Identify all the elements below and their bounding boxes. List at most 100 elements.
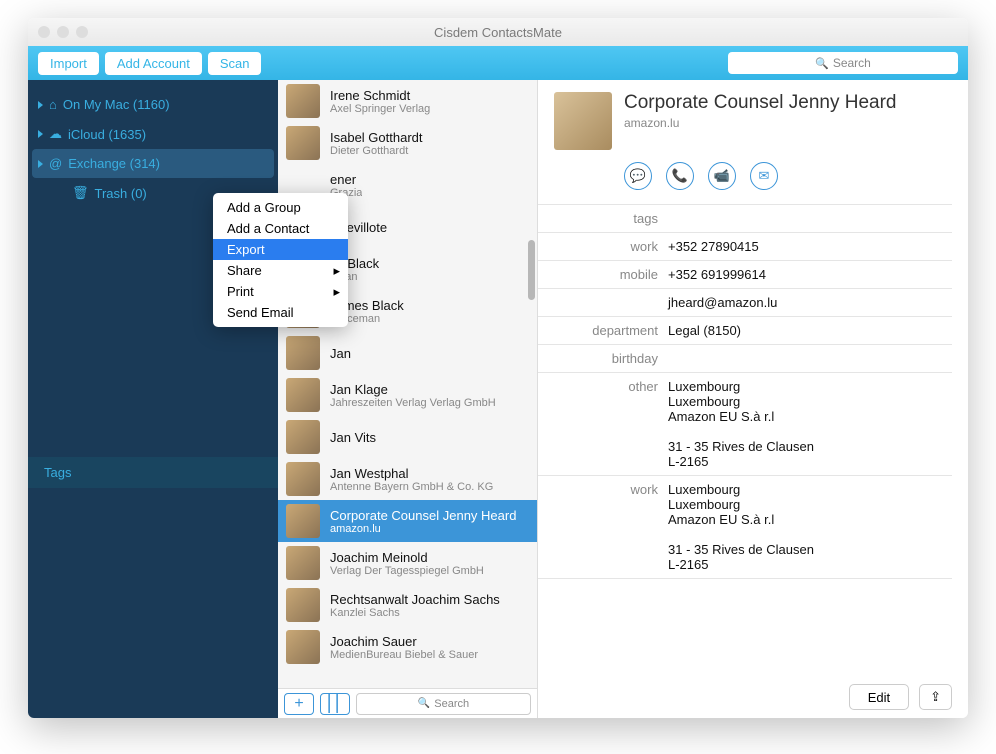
contact-row[interactable]: Jan KlageJahreszeiten Verlag Verlag GmbH [278, 374, 537, 416]
field-value: Legal (8150) [668, 323, 741, 338]
contact-subtitle: Axel Springer Verlag [330, 103, 430, 115]
disclosure-icon [38, 160, 43, 168]
field-row: work+352 27890415 [538, 233, 952, 261]
avatar [286, 378, 320, 412]
add-contact-button[interactable]: + [284, 693, 314, 715]
toolbar: Import Add Account Scan Search [28, 46, 968, 80]
contacts-list: Irene SchmidtAxel Springer VerlagIsabel … [278, 80, 537, 688]
scrollbar[interactable] [528, 240, 535, 300]
field-value: +352 691999614 [668, 267, 766, 282]
field-value: jheard@amazon.lu [668, 295, 777, 310]
contact-name: Rechtsanwalt Joachim Sachs [330, 592, 500, 607]
contact-subtitle: Verlag Der Tagesspiegel GmbH [330, 565, 484, 577]
contact-subtitle: MedienBureau Biebel & Sauer [330, 649, 478, 661]
context-menu-item[interactable]: Export [213, 239, 348, 260]
cloud-icon: ☁ [49, 126, 62, 142]
avatar [286, 336, 320, 370]
contact-row[interactable]: Rechtsanwalt Joachim SachsKanzlei Sachs [278, 584, 537, 626]
context-menu-item[interactable]: Add a Contact [213, 218, 348, 239]
avatar [286, 504, 320, 538]
field-row: departmentLegal (8150) [538, 317, 952, 345]
contact-name: Joachim Sauer [330, 634, 478, 649]
contact-row[interactable]: Jan Vits [278, 416, 537, 458]
phone-icon[interactable]: 📞 [666, 162, 694, 190]
contact-row[interactable]: Jan [278, 332, 537, 374]
sidebar-item-icloud[interactable]: ☁ iCloud (1635) [28, 119, 278, 149]
contact-actions: 💬 📞 📹 ✉ [538, 162, 952, 204]
field-label: work [538, 239, 668, 254]
mail-icon[interactable]: ✉ [750, 162, 778, 190]
field-label: tags [538, 211, 668, 226]
contact-name: Jan [330, 346, 351, 361]
import-button[interactable]: Import [38, 52, 99, 75]
avatar [286, 420, 320, 454]
share-button[interactable]: ⇪ [919, 684, 952, 710]
field-label: other [538, 379, 668, 469]
contact-subtitle: Dieter Gotthardt [330, 145, 423, 157]
context-menu: Add a GroupAdd a ContactExportShare▸Prin… [213, 193, 348, 327]
field-row: birthday [538, 345, 952, 373]
field-label: work [538, 482, 668, 572]
contact-name: Corporate Counsel Jenny Heard [624, 92, 897, 114]
search-input[interactable]: Search [728, 52, 958, 74]
contact-row[interactable]: Isabel GotthardtDieter Gotthardt [278, 122, 537, 164]
sidebar-item-label: Exchange (314) [68, 156, 160, 171]
field-value: Luxembourg Luxembourg Amazon EU S.à r.l … [668, 482, 814, 572]
sidebar-item-exchange[interactable]: @ Exchange (314) [32, 149, 274, 178]
contact-row[interactable]: Joachim SauerMedienBureau Biebel & Sauer [278, 626, 537, 668]
sidebar-item-label: Trash (0) [95, 186, 147, 201]
context-menu-item[interactable]: Send Email [213, 302, 348, 323]
contacts-footer: + ⎢⎢ Search [278, 688, 537, 718]
sidebar-item-label: iCloud (1635) [68, 127, 146, 142]
trash-icon: 🗑 [72, 185, 89, 201]
context-menu-item[interactable]: Add a Group [213, 197, 348, 218]
field-row: mobile+352 691999614 [538, 261, 952, 289]
sidebar: ⌂ On My Mac (1160) ☁ iCloud (1635) @ Exc… [28, 80, 278, 718]
field-value: +352 27890415 [668, 239, 759, 254]
avatar [286, 630, 320, 664]
field-row: otherLuxembourg Luxembourg Amazon EU S.à… [538, 373, 952, 476]
avatar [286, 84, 320, 118]
columns-button[interactable]: ⎢⎢ [320, 693, 350, 715]
tags-header[interactable]: Tags [28, 457, 278, 488]
contacts-search-input[interactable]: Search [356, 693, 531, 715]
context-menu-item[interactable]: Share▸ [213, 260, 348, 281]
field-row: workLuxembourg Luxembourg Amazon EU S.à … [538, 476, 952, 579]
contact-name: Jan Klage [330, 382, 496, 397]
field-row: jheard@amazon.lu [538, 289, 952, 317]
contact-subtitle: Kanzlei Sachs [330, 607, 500, 619]
edit-button[interactable]: Edit [849, 684, 909, 710]
video-icon[interactable]: 📹 [708, 162, 736, 190]
field-label: birthday [538, 351, 668, 366]
contact-name: Jan Westphal [330, 466, 493, 481]
submenu-arrow-icon: ▸ [333, 284, 340, 300]
avatar [286, 462, 320, 496]
contact-company: amazon.lu [624, 116, 897, 130]
sidebar-item-label: On My Mac (1160) [63, 97, 170, 112]
message-icon[interactable]: 💬 [624, 162, 652, 190]
sidebar-item-on-my-mac[interactable]: ⌂ On My Mac (1160) [28, 90, 278, 119]
field-row: tags [538, 205, 952, 233]
submenu-arrow-icon: ▸ [333, 263, 340, 279]
window-title: Cisdem ContactsMate [28, 25, 968, 40]
contact-row[interactable]: Irene SchmidtAxel Springer Verlag [278, 80, 537, 122]
titlebar: Cisdem ContactsMate [28, 18, 968, 46]
contact-fields: tagswork+352 27890415mobile+352 69199961… [538, 204, 952, 579]
contact-name: Corporate Counsel Jenny Heard [330, 508, 516, 523]
add-account-button[interactable]: Add Account [105, 52, 202, 75]
contact-subtitle: Antenne Bayern GmbH & Co. KG [330, 481, 493, 493]
disclosure-icon [38, 101, 43, 109]
contact-name: Joachim Meinold [330, 550, 484, 565]
detail-panel: Corporate Counsel Jenny Heard amazon.lu … [538, 80, 968, 718]
contact-subtitle: amazon.lu [330, 523, 516, 535]
contact-row[interactable]: Joachim MeinoldVerlag Der Tagesspiegel G… [278, 542, 537, 584]
scan-button[interactable]: Scan [208, 52, 262, 75]
contact-subtitle: Jahreszeiten Verlag Verlag GmbH [330, 397, 496, 409]
home-icon: ⌂ [49, 97, 57, 112]
avatar [286, 588, 320, 622]
contact-row[interactable]: Jan WestphalAntenne Bayern GmbH & Co. KG [278, 458, 537, 500]
field-value: Luxembourg Luxembourg Amazon EU S.à r.l … [668, 379, 814, 469]
context-menu-item[interactable]: Print▸ [213, 281, 348, 302]
avatar [286, 126, 320, 160]
contact-row[interactable]: Corporate Counsel Jenny Heardamazon.lu [278, 500, 537, 542]
